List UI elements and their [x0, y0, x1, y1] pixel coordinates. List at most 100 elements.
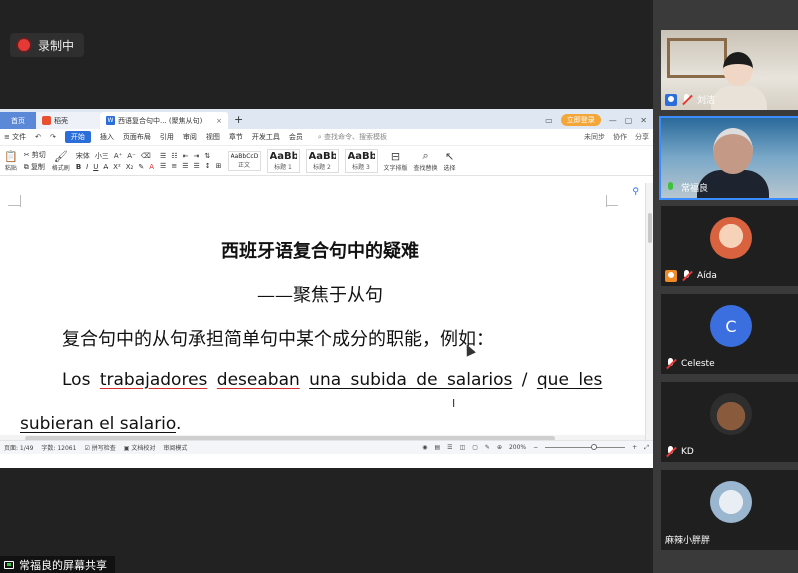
- wps-menu-bar: ≡ 文件 ↶ ↷ 开始 插入 页面布局 引用 审阅 视图 章节 开发工具 会员 …: [0, 129, 653, 146]
- bullets-icon[interactable]: ☰: [160, 152, 166, 160]
- share-button[interactable]: 分享: [635, 132, 649, 142]
- line-spacing-icon[interactable]: ↕: [205, 162, 211, 170]
- participant-name: KD: [681, 447, 694, 457]
- numbering-icon[interactable]: ☷: [171, 152, 177, 160]
- maximize-icon[interactable]: ▢: [625, 116, 633, 125]
- style-heading2[interactable]: AaBb(标题 2: [305, 148, 339, 173]
- web-view-icon[interactable]: ◫: [460, 444, 466, 451]
- document-paragraph-1: 复合句中的从句承担简单句中某个成分的职能，例如：: [62, 329, 494, 350]
- mic-muted-icon: [665, 358, 677, 370]
- menu-insert[interactable]: 插入: [100, 132, 114, 142]
- fit-icon[interactable]: ⤢: [644, 444, 649, 452]
- location-pin-icon[interactable]: ⚲: [632, 187, 639, 197]
- align-center-icon[interactable]: ≡: [171, 162, 177, 170]
- bold-button[interactable]: B: [76, 163, 81, 171]
- strikethrough-button[interactable]: A̶: [103, 163, 108, 171]
- sync-status[interactable]: 未同步: [584, 132, 605, 142]
- outline-view-icon[interactable]: ☰: [447, 444, 452, 451]
- document-area[interactable]: ⚲ 西班牙语复合句中的疑难 ——聚焦于从句 复合句中的从句承担简单句中某个成分的…: [0, 183, 653, 454]
- close-window-icon[interactable]: ✕: [640, 116, 647, 125]
- menu-page-layout[interactable]: 页面布局: [123, 132, 151, 142]
- avatar: [710, 217, 752, 259]
- redo-icon[interactable]: ↷: [50, 133, 56, 141]
- cut-button[interactable]: ✂ 剪切: [24, 150, 46, 160]
- menu-file[interactable]: ≡ 文件: [4, 132, 26, 142]
- document-paragraph-2: Los trabajadores deseaban una subida de …: [62, 370, 603, 390]
- minimize-icon[interactable]: —: [609, 116, 617, 125]
- highlight-button[interactable]: ✎: [138, 163, 144, 171]
- menu-chapter[interactable]: 章节: [229, 132, 243, 142]
- globe-icon[interactable]: ⊕: [497, 444, 502, 451]
- menu-member[interactable]: 会员: [289, 132, 303, 142]
- zoom-slider[interactable]: [545, 444, 626, 450]
- collaborate-button[interactable]: 协作: [613, 132, 627, 142]
- font-shrink-icon[interactable]: A⁻: [127, 152, 135, 160]
- document-proofread[interactable]: ▣ 文档校对: [124, 443, 156, 452]
- font-select[interactable]: 宋体: [76, 151, 90, 161]
- eye-icon[interactable]: ◉: [422, 444, 427, 451]
- menu-references[interactable]: 引用: [160, 132, 174, 142]
- zoom-in-button[interactable]: +: [632, 444, 637, 451]
- font-grow-icon[interactable]: A⁺: [114, 152, 122, 160]
- tab-docer[interactable]: 稻壳: [36, 112, 100, 129]
- clear-format-icon[interactable]: ⌫: [141, 152, 151, 160]
- zoom-out-button[interactable]: −: [533, 444, 538, 451]
- edit-icon[interactable]: ✎: [485, 444, 490, 451]
- participant-tile[interactable]: C Celeste: [661, 294, 798, 374]
- style-normal[interactable]: AaBbCcDd正文: [227, 150, 261, 171]
- login-button[interactable]: 立即登录: [560, 114, 601, 126]
- layout-icon[interactable]: ▭: [545, 116, 553, 125]
- command-search[interactable]: ⌕ 查找命令、搜索模板: [318, 132, 387, 142]
- text-layout-button[interactable]: ⊟ 文字排版: [384, 150, 408, 172]
- spell-check[interactable]: ☑ 拼写检查: [84, 443, 115, 452]
- italic-button[interactable]: I: [86, 163, 88, 171]
- format-painter-button[interactable]: 🖌 格式刷: [52, 150, 70, 172]
- justify-icon[interactable]: ☰: [193, 162, 199, 170]
- tab-document[interactable]: W 西语复合句中... (聚焦从句) ×: [100, 112, 228, 129]
- host-icon: [665, 93, 677, 106]
- find-replace-button[interactable]: ⌕ 查找替换: [414, 149, 438, 172]
- align-right-icon[interactable]: ☰: [182, 162, 188, 170]
- page-indicator[interactable]: 页面: 1/49: [4, 443, 33, 452]
- align-left-icon[interactable]: ☰: [160, 162, 166, 170]
- record-dot-icon: [18, 39, 30, 51]
- menu-start[interactable]: 开始: [64, 131, 91, 143]
- participant-tile[interactable]: 麻辣小胖胖: [661, 470, 798, 550]
- read-view-icon[interactable]: ▢: [472, 444, 478, 451]
- page-view-icon[interactable]: ▤: [435, 444, 441, 451]
- sort-icon[interactable]: ⇅: [204, 152, 210, 160]
- close-tab-icon[interactable]: ×: [216, 117, 222, 125]
- style-heading3[interactable]: AaBbC标题 3: [344, 148, 378, 173]
- undo-icon[interactable]: ↶: [35, 133, 41, 141]
- protect-mode[interactable]: 审阅模式: [163, 443, 187, 452]
- participant-tile[interactable]: Aída: [661, 206, 798, 286]
- participant-tile[interactable]: 刘洁: [661, 30, 798, 110]
- participant-tile[interactable]: 常福良: [659, 116, 798, 200]
- participant-tile[interactable]: KD: [661, 382, 798, 462]
- paste-button[interactable]: 📋 粘贴: [4, 150, 18, 172]
- word-count[interactable]: 字数: 12061: [41, 443, 76, 452]
- brush-icon: 🖌: [53, 149, 68, 163]
- menu-view[interactable]: 视图: [206, 132, 220, 142]
- superscript-button[interactable]: X²: [113, 163, 121, 171]
- tab-home[interactable]: 首页: [0, 112, 36, 129]
- select-button[interactable]: ↖ 选择: [444, 150, 456, 172]
- participant-name: 刘洁: [697, 96, 716, 106]
- copy-button[interactable]: ⧉ 复制: [24, 162, 46, 172]
- borders-icon[interactable]: ⊞: [216, 162, 222, 170]
- style-heading1[interactable]: AaBb 标题 1: [266, 148, 300, 173]
- zoom-level[interactable]: 200%: [509, 444, 526, 451]
- indent-increase-icon[interactable]: ⇥: [193, 152, 199, 160]
- text-layout-icon: ⊟: [390, 149, 401, 163]
- font-size-select[interactable]: 小三: [95, 151, 109, 161]
- vertical-scrollbar[interactable]: [645, 183, 653, 454]
- paste-icon: 📋: [4, 149, 18, 163]
- font-color-button[interactable]: A: [149, 163, 154, 171]
- indent-decrease-icon[interactable]: ⇤: [183, 152, 189, 160]
- subscript-button[interactable]: X₂: [126, 163, 134, 171]
- underline-button[interactable]: U: [93, 163, 98, 171]
- recording-indicator[interactable]: 录制中: [10, 33, 85, 57]
- new-tab-button[interactable]: +: [228, 113, 249, 129]
- menu-review[interactable]: 审阅: [183, 132, 197, 142]
- menu-developer[interactable]: 开发工具: [252, 132, 280, 142]
